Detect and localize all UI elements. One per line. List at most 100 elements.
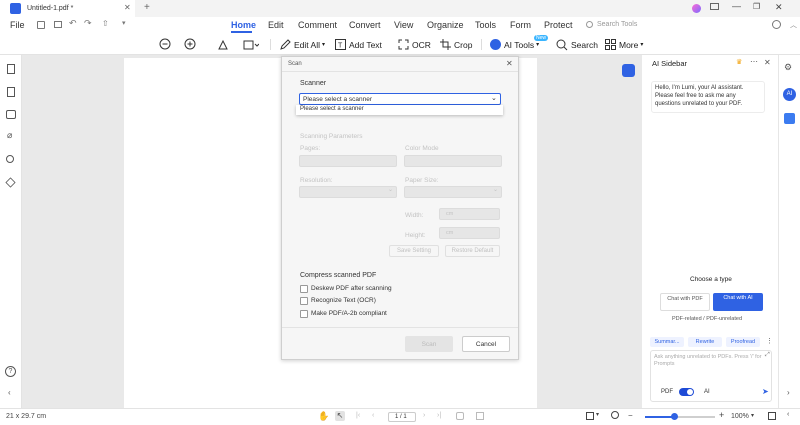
tab-form[interactable]: Form	[510, 20, 531, 30]
tab-edit[interactable]: Edit	[268, 20, 284, 30]
ai-assistant-icon[interactable]: AI	[783, 88, 796, 101]
tab-home[interactable]: Home	[231, 20, 256, 30]
collapse-status-icon[interactable]: ‹	[787, 411, 789, 418]
restore-default-button[interactable]: Restore Default	[445, 245, 500, 257]
chips-more-icon[interactable]: ⋮	[766, 337, 773, 345]
avatar[interactable]	[692, 4, 701, 13]
resolution-select[interactable]: ⌄	[299, 186, 397, 198]
new-tab-icon[interactable]: +	[144, 2, 150, 13]
scan-button[interactable]: Scan	[405, 336, 453, 352]
select-tool-icon[interactable]: ↖	[335, 411, 345, 421]
close-window-icon[interactable]: ✕	[775, 2, 783, 13]
cancel-button[interactable]: Cancel	[462, 336, 510, 352]
minimize-icon[interactable]: —	[732, 1, 741, 11]
zoom-level[interactable]: 100%	[731, 413, 749, 420]
page-thumbnail-icon[interactable]	[7, 64, 15, 74]
comment-icon[interactable]	[6, 110, 16, 119]
collapse-ribbon-icon[interactable]: ︿	[790, 20, 797, 30]
zoom-slider-handle[interactable]	[671, 413, 678, 420]
ocr-icon	[398, 39, 409, 50]
hand-tool-icon[interactable]: ✋	[318, 411, 329, 422]
rotate-icon[interactable]	[456, 412, 464, 420]
more-options-icon[interactable]: ⋯	[750, 57, 758, 66]
translate-icon[interactable]	[784, 113, 795, 124]
share-icon[interactable]: ⇧	[102, 19, 109, 28]
save-setting-button[interactable]: Save Setting	[389, 245, 439, 257]
ai-chat-float-icon[interactable]	[622, 64, 635, 77]
width-input[interactable]: cm	[439, 208, 500, 220]
tab-view[interactable]: View	[394, 20, 413, 30]
chevron-down-icon[interactable]: ▾	[751, 412, 754, 419]
ai-tools-button[interactable]: AI Tools ▾	[490, 34, 539, 55]
search-tools-input[interactable]: Search Tools	[597, 21, 637, 28]
fullscreen-icon[interactable]	[768, 412, 776, 420]
help-icon[interactable]: ?	[5, 366, 16, 377]
pdfa-compliant-checkbox[interactable]	[300, 310, 308, 318]
zoom-out-button[interactable]	[159, 34, 175, 55]
search-button[interactable]: Search	[556, 34, 598, 55]
close-dialog-icon[interactable]: ✕	[506, 59, 513, 68]
first-page-icon[interactable]: |‹	[356, 412, 360, 419]
attachment-icon[interactable]: ⌀	[7, 130, 12, 141]
undo-icon[interactable]: ↶	[69, 18, 77, 29]
chat-with-pdf-button[interactable]: Chat with PDF	[660, 293, 710, 311]
fit-page-icon[interactable]	[476, 412, 484, 420]
prompt-chip-proofread[interactable]: Proofread	[726, 337, 760, 347]
close-sidebar-icon[interactable]: ✕	[764, 58, 771, 67]
scanner-select[interactable]: Please select a scanner ⌄	[299, 93, 501, 105]
close-tab-icon[interactable]: ✕	[124, 3, 131, 12]
menu-file[interactable]: File	[10, 20, 25, 30]
pdf-ai-toggle[interactable]	[679, 388, 694, 396]
crop-button[interactable]: Crop	[440, 34, 472, 55]
tab-tools[interactable]: Tools	[475, 20, 496, 30]
restore-icon[interactable]: ❐	[753, 2, 760, 11]
tab-organize[interactable]: Organize	[427, 20, 464, 30]
zoom-in-button[interactable]	[184, 34, 200, 55]
send-icon[interactable]: ➤	[762, 387, 769, 396]
recognize-text-checkbox[interactable]	[300, 297, 308, 305]
prompt-chip-summarize[interactable]: Summar...	[650, 337, 684, 347]
ask-input-box[interactable]: Ask anything unrelated to PDFs. Press '/…	[650, 350, 772, 402]
deskew-checkbox[interactable]	[300, 285, 308, 293]
layers-icon[interactable]	[5, 177, 16, 188]
height-input[interactable]: cm	[439, 227, 500, 239]
paper-size-select[interactable]: ⌄	[404, 186, 502, 198]
redo-icon[interactable]: ↷	[84, 18, 92, 29]
add-text-button[interactable]: T Add Text	[335, 34, 382, 55]
next-page-icon[interactable]: ›	[423, 412, 425, 419]
zoom-in-small-icon[interactable]: +	[719, 410, 724, 420]
dropdown-icon[interactable]: ▾	[122, 19, 126, 27]
edit-all-button[interactable]: Edit All ▾	[280, 34, 325, 55]
tab-protect[interactable]: Protect	[544, 20, 573, 30]
expand-input-icon[interactable]: ⤢	[765, 352, 770, 359]
upload-icon[interactable]	[772, 20, 781, 29]
zoom-out-small-icon[interactable]: −	[628, 411, 633, 420]
expand-right-icon[interactable]: ›	[787, 388, 790, 397]
color-mode-select[interactable]	[404, 155, 502, 167]
pages-select[interactable]	[299, 155, 397, 167]
ocr-button[interactable]: OCR	[398, 34, 431, 55]
last-page-icon[interactable]: ›|	[437, 412, 441, 419]
mail-icon[interactable]	[710, 3, 719, 10]
page-number-field[interactable]: 1 / 1	[388, 412, 416, 422]
save-icon[interactable]	[37, 21, 45, 29]
more-button[interactable]: More ▾	[605, 34, 643, 55]
view-mode-icon[interactable]	[586, 412, 594, 420]
crown-icon[interactable]: ♛	[736, 58, 742, 66]
properties-icon[interactable]: ⚙	[784, 62, 792, 73]
chevron-down-icon[interactable]: ▾	[596, 411, 599, 418]
prompt-chip-rewrite[interactable]: Rewrite	[688, 337, 722, 347]
tab-comment[interactable]: Comment	[298, 20, 337, 30]
bookmark-icon[interactable]	[7, 87, 15, 97]
highlight-button[interactable]	[217, 34, 232, 55]
document-tab[interactable]: Untitled-1.pdf * ✕	[0, 0, 135, 17]
prev-page-icon[interactable]: ‹	[372, 412, 374, 419]
zoom-out-icon[interactable]	[611, 411, 619, 419]
tab-convert[interactable]: Convert	[349, 20, 381, 30]
collapse-left-icon[interactable]: ‹	[8, 388, 11, 397]
chat-with-ai-button[interactable]: Chat with AI	[713, 293, 763, 311]
print-icon[interactable]	[54, 21, 62, 28]
shape-button[interactable]	[243, 34, 262, 55]
search-icon[interactable]	[6, 155, 14, 163]
scanner-dropdown-option[interactable]: Please select a scanner	[300, 106, 364, 112]
